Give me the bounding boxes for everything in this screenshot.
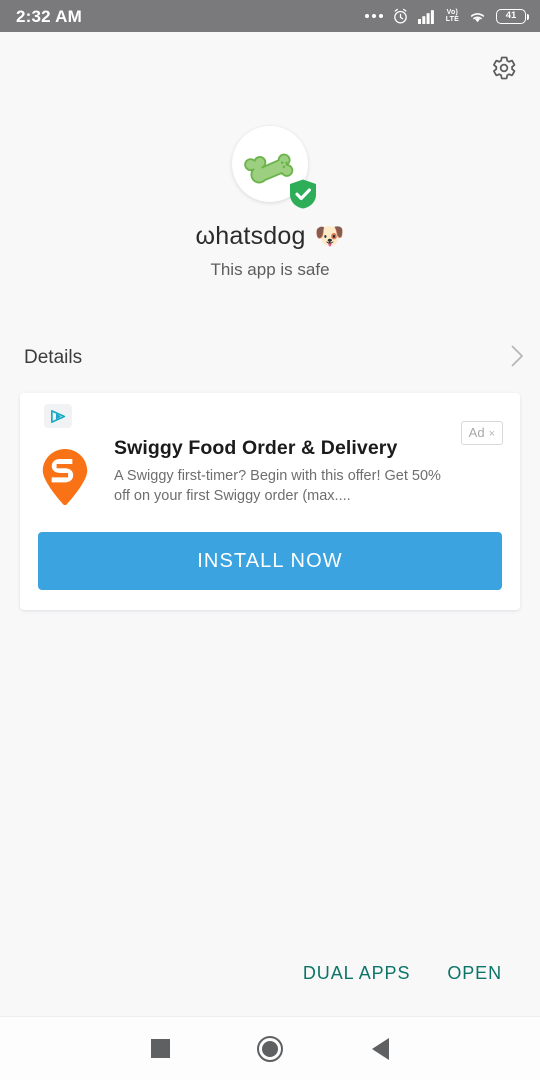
app-header: ωhatsdog 🐶 This app is safe bbox=[0, 126, 540, 280]
status-bar-icons: Vo) LTE 41 bbox=[364, 8, 529, 25]
status-bar-clock: 2:32 AM bbox=[16, 6, 82, 26]
dog-face-emoji: 🐶 bbox=[314, 222, 345, 250]
gear-icon bbox=[493, 56, 516, 80]
install-now-button[interactable]: INSTALL NOW bbox=[38, 532, 502, 590]
ad-text-block: Swiggy Food Order & Delivery A Swiggy fi… bbox=[98, 437, 504, 510]
bottom-action-bar: DUAL APPS OPEN bbox=[0, 944, 540, 1002]
volte-icon: Vo) LTE bbox=[445, 9, 459, 23]
app-icon-wrapper bbox=[232, 126, 316, 209]
android-navigation-bar bbox=[0, 1016, 540, 1080]
shield-check-icon bbox=[290, 179, 316, 209]
details-row[interactable]: Details bbox=[0, 338, 540, 378]
ad-title: Swiggy Food Order & Delivery bbox=[114, 437, 398, 459]
circle-home-icon[interactable] bbox=[215, 1017, 325, 1080]
ad-body: Swiggy Food Order & Delivery A Swiggy fi… bbox=[20, 393, 520, 510]
status-bar: 2:32 AM Vo) LTE 41 bbox=[0, 0, 540, 32]
ad-badge-label: Ad bbox=[468, 425, 485, 440]
ad-card[interactable]: Ad × Swiggy Food Order & Delivery A Swig… bbox=[20, 393, 520, 610]
app-name: ωhatsdog bbox=[195, 222, 306, 250]
open-button[interactable]: OPEN bbox=[447, 963, 502, 984]
triangle-back-icon[interactable] bbox=[325, 1017, 435, 1080]
chevron-right-icon bbox=[511, 345, 524, 372]
details-label: Details bbox=[24, 347, 83, 368]
more-dots-icon bbox=[364, 14, 383, 18]
app-safety-status: This app is safe bbox=[210, 260, 330, 279]
settings-button[interactable] bbox=[484, 48, 524, 88]
ad-badge[interactable]: Ad × bbox=[460, 421, 503, 445]
signal-bars-icon bbox=[417, 9, 434, 24]
alarm-clock-icon bbox=[393, 8, 407, 24]
ad-play-icon[interactable] bbox=[44, 404, 72, 428]
dual-apps-button[interactable]: DUAL APPS bbox=[303, 963, 410, 984]
ad-description: A Swiggy first-timer? Begin with this of… bbox=[114, 468, 441, 504]
close-icon[interactable]: × bbox=[489, 428, 495, 440]
square-recents-icon[interactable] bbox=[105, 1017, 215, 1080]
app-details-screen: 2:32 AM Vo) LTE 41 ωhatsdog 🐶 This app i… bbox=[0, 0, 540, 1080]
wifi-icon bbox=[470, 12, 485, 22]
app-safe-badge bbox=[288, 178, 318, 210]
app-name-row: ωhatsdog 🐶 bbox=[196, 222, 345, 251]
swiggy-logo-icon bbox=[42, 437, 98, 510]
battery-icon: 41 bbox=[496, 8, 529, 24]
